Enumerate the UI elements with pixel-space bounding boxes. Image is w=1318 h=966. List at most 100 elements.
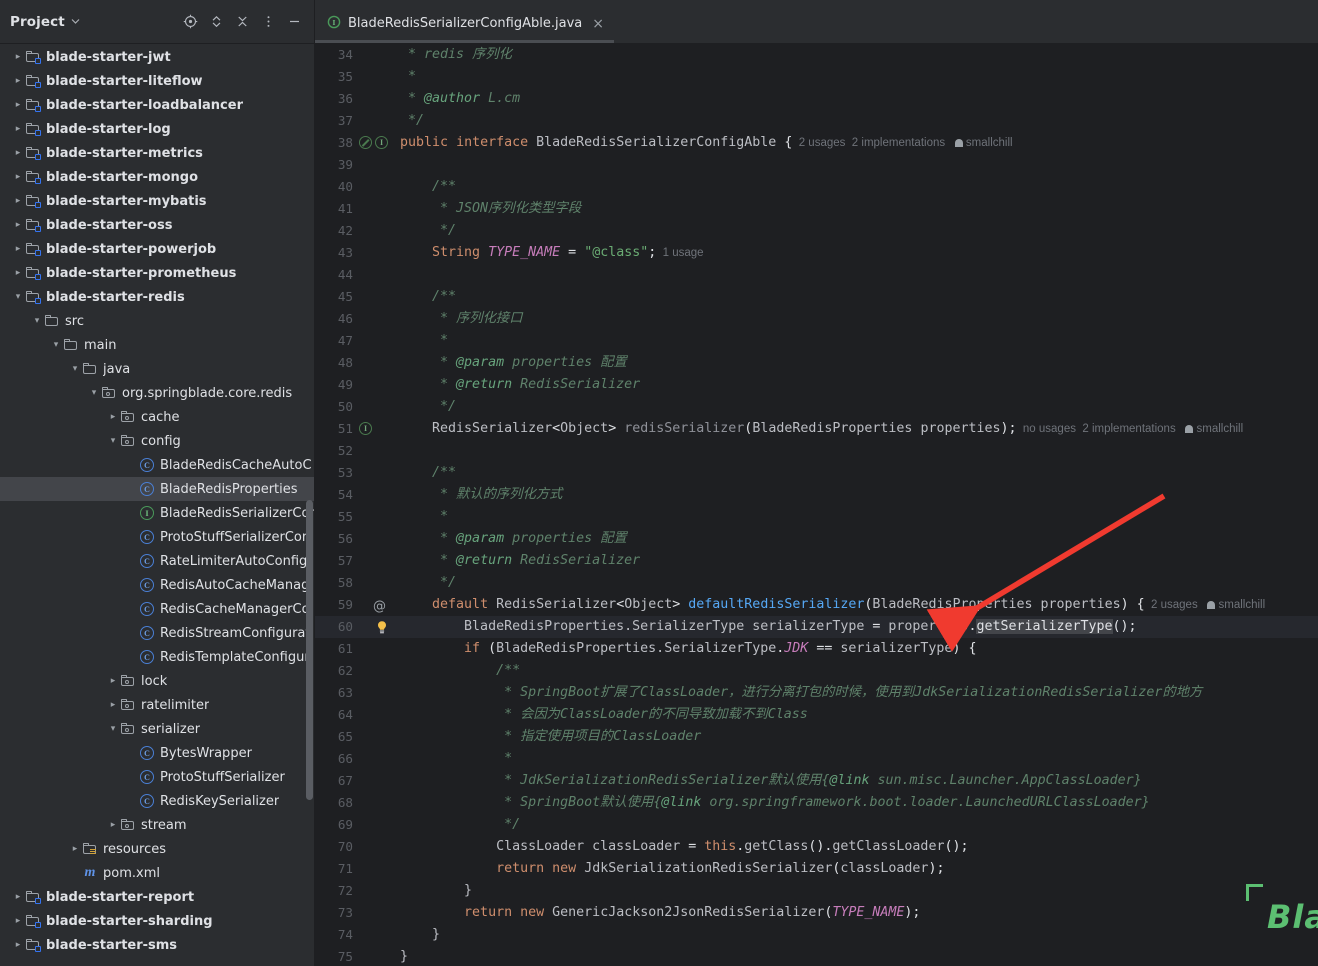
code-line[interactable]: 60 BladeRedisProperties.SerializerType s… bbox=[315, 616, 1318, 638]
code-line[interactable]: 48 * @param properties 配置 bbox=[315, 352, 1318, 374]
tree-item[interactable]: ▸ lock bbox=[0, 669, 314, 693]
tree-item[interactable]: ▸CRedisKeySerializer bbox=[0, 789, 314, 813]
usage-hint[interactable]: 2 usages bbox=[792, 137, 846, 149]
code-line[interactable]: 74 } bbox=[315, 924, 1318, 946]
code-line[interactable]: 49 * @return RedisSerializer bbox=[315, 374, 1318, 396]
expand-arrow-icon[interactable]: ▸ bbox=[12, 885, 24, 909]
expand-arrow-icon[interactable]: ▸ bbox=[12, 261, 24, 285]
tree-item[interactable]: ▸ blade-starter-oss bbox=[0, 213, 314, 237]
tree-item[interactable]: ▾ java bbox=[0, 357, 314, 381]
author-hint[interactable]: smallchill bbox=[1198, 599, 1265, 611]
tree-item[interactable]: ▸ stream bbox=[0, 813, 314, 837]
expand-arrow-icon[interactable]: ▸ bbox=[12, 141, 24, 165]
tree-item[interactable]: ▸ blade-starter-mongo bbox=[0, 165, 314, 189]
code-line[interactable]: 65 * 指定使用项目的ClassLoader bbox=[315, 726, 1318, 748]
chevron-down-icon[interactable] bbox=[71, 17, 80, 27]
tree-item[interactable]: ▸ blade-starter-prometheus bbox=[0, 261, 314, 285]
tree-item[interactable]: ▸ blade-starter-powerjob bbox=[0, 237, 314, 261]
code-line[interactable]: 40 /** bbox=[315, 176, 1318, 198]
code-line[interactable]: 67 * JdkSerializationRedisSerializer默认使用… bbox=[315, 770, 1318, 792]
usage-hint[interactable]: 2 usages bbox=[1145, 599, 1198, 611]
collapse-arrow-icon[interactable]: ▾ bbox=[50, 333, 62, 357]
expand-arrow-icon[interactable]: ▸ bbox=[107, 405, 119, 429]
code-line[interactable]: 47 * bbox=[315, 330, 1318, 352]
code-line[interactable]: 68 * SpringBoot默认使用{@link org.springfram… bbox=[315, 792, 1318, 814]
code-line[interactable]: 55 * bbox=[315, 506, 1318, 528]
code-line[interactable]: 42 */ bbox=[315, 220, 1318, 242]
tree-item[interactable]: ▸ blade-starter-metrics bbox=[0, 141, 314, 165]
tree-item[interactable]: ▾ serializer bbox=[0, 717, 314, 741]
code-line[interactable]: 72 } bbox=[315, 880, 1318, 902]
code-line[interactable]: 37 */ bbox=[315, 110, 1318, 132]
code-line[interactable]: 69 */ bbox=[315, 814, 1318, 836]
expand-arrow-icon[interactable]: ▸ bbox=[12, 117, 24, 141]
tree-item[interactable]: ▾ config bbox=[0, 429, 314, 453]
expand-arrow-icon[interactable]: ▸ bbox=[12, 165, 24, 189]
sidebar-scrollbar[interactable] bbox=[306, 500, 313, 800]
collapse-arrow-icon[interactable]: ▾ bbox=[107, 717, 119, 741]
tree-item[interactable]: ▾ src bbox=[0, 309, 314, 333]
code-line[interactable]: 51 I RedisSerializer<Object> redisSeriali… bbox=[315, 418, 1318, 440]
collapse-arrow-icon[interactable]: ▾ bbox=[31, 309, 43, 333]
code-line[interactable]: 50 */ bbox=[315, 396, 1318, 418]
tree-item[interactable]: ▸CRedisAutoCacheManag bbox=[0, 573, 314, 597]
tree-item[interactable]: ▸ blade-starter-jwt bbox=[0, 45, 314, 69]
code-line[interactable]: 62 /** bbox=[315, 660, 1318, 682]
code-line[interactable]: 64 * 会因为ClassLoader的不同导致加载不到Class bbox=[315, 704, 1318, 726]
tree-item[interactable]: ▸CProtoStuffSerializerCon bbox=[0, 525, 314, 549]
tree-item[interactable]: ▾ main bbox=[0, 333, 314, 357]
expand-arrow-icon[interactable]: ▸ bbox=[12, 45, 24, 69]
tree-item[interactable]: ▸ blade-starter-sharding bbox=[0, 909, 314, 933]
expand-arrow-icon[interactable]: ▸ bbox=[107, 693, 119, 717]
code-line[interactable]: 59 @ default RedisSerializer<Object> defa… bbox=[315, 594, 1318, 616]
code-line[interactable]: 53 /** bbox=[315, 462, 1318, 484]
collapse-arrow-icon[interactable]: ▾ bbox=[88, 381, 100, 405]
code-line[interactable]: 43 String TYPE_NAME = "@class"; 1 usage bbox=[315, 242, 1318, 264]
collapse-arrow-icon[interactable]: ▾ bbox=[107, 429, 119, 453]
expand-collapse-icon[interactable] bbox=[205, 10, 228, 33]
usage-hint[interactable]: 1 usage bbox=[656, 247, 704, 259]
code-line[interactable]: 41 * JSON序列化类型字段 bbox=[315, 198, 1318, 220]
code-line[interactable]: 46 * 序列化接口 bbox=[315, 308, 1318, 330]
usage-hint[interactable]: 2 implementations bbox=[845, 137, 945, 149]
code-line[interactable]: 61 if (BladeRedisProperties.SerializerTy… bbox=[315, 638, 1318, 660]
code-line[interactable]: 54 * 默认的序列化方式 bbox=[315, 484, 1318, 506]
tree-item-selected[interactable]: ▸CBladeRedisProperties bbox=[0, 477, 314, 501]
code-line[interactable]: 38 Ipublic interface BladeRedisSerializer… bbox=[315, 132, 1318, 154]
tree-item[interactable]: ▸ ratelimiter bbox=[0, 693, 314, 717]
expand-arrow-icon[interactable]: ▸ bbox=[12, 213, 24, 237]
expand-arrow-icon[interactable]: ▸ bbox=[12, 69, 24, 93]
code-line[interactable]: 36 * @author L.cm bbox=[315, 88, 1318, 110]
collapse-arrow-icon[interactable]: ▾ bbox=[69, 357, 81, 381]
project-tree[interactable]: ▸ blade-starter-jwt ▸ blade-starter-liteflo… bbox=[0, 44, 314, 966]
tree-item[interactable]: ▸ cache bbox=[0, 405, 314, 429]
tree-item[interactable]: ▸CBytesWrapper bbox=[0, 741, 314, 765]
expand-arrow-icon[interactable]: ▸ bbox=[12, 189, 24, 213]
tree-item[interactable]: ▸ blade-starter-liteflow bbox=[0, 69, 314, 93]
override-annotation-gutter-icon[interactable]: @ bbox=[373, 596, 386, 618]
tree-item[interactable]: ▸ blade-starter-log bbox=[0, 117, 314, 141]
expand-arrow-icon[interactable]: ▸ bbox=[107, 813, 119, 837]
code-line[interactable]: 71 return new JdkSerializationRedisSeria… bbox=[315, 858, 1318, 880]
author-hint[interactable]: smallchill bbox=[1176, 423, 1243, 435]
code-line[interactable]: 73 return new GenericJackson2JsonRedisSe… bbox=[315, 902, 1318, 924]
tree-item[interactable]: ▸CRedisStreamConfigurat bbox=[0, 621, 314, 645]
code-line[interactable]: 57 * @return RedisSerializer bbox=[315, 550, 1318, 572]
implemented-interface-gutter-icon[interactable]: I bbox=[375, 136, 388, 149]
tree-item[interactable]: ▸mpom.xml bbox=[0, 861, 314, 885]
expand-arrow-icon[interactable]: ▸ bbox=[12, 933, 24, 957]
close-icon[interactable]: × bbox=[592, 17, 604, 31]
code-editor[interactable]: 34 * redis 序列化 35 * 36 * @author L.cm 37 */… bbox=[315, 44, 1318, 966]
code-line[interactable]: 34 * redis 序列化 bbox=[315, 44, 1318, 66]
tree-item[interactable]: ▸ blade-starter-loadbalancer bbox=[0, 93, 314, 117]
tree-item[interactable]: ▸ blade-starter-report bbox=[0, 885, 314, 909]
expand-arrow-icon[interactable]: ▸ bbox=[12, 237, 24, 261]
no-entry-gutter-icon[interactable] bbox=[359, 136, 372, 149]
tree-item[interactable]: ▸CRedisCacheManagerCo bbox=[0, 597, 314, 621]
tree-item[interactable]: ▸IBladeRedisSerializerCon bbox=[0, 501, 314, 525]
author-hint[interactable]: smallchill bbox=[945, 137, 1013, 149]
code-line[interactable]: 35 * bbox=[315, 66, 1318, 88]
code-line[interactable]: 44 bbox=[315, 264, 1318, 286]
tree-item[interactable]: ▸ resources bbox=[0, 837, 314, 861]
tree-item[interactable]: ▸ blade-starter-sms bbox=[0, 933, 314, 957]
